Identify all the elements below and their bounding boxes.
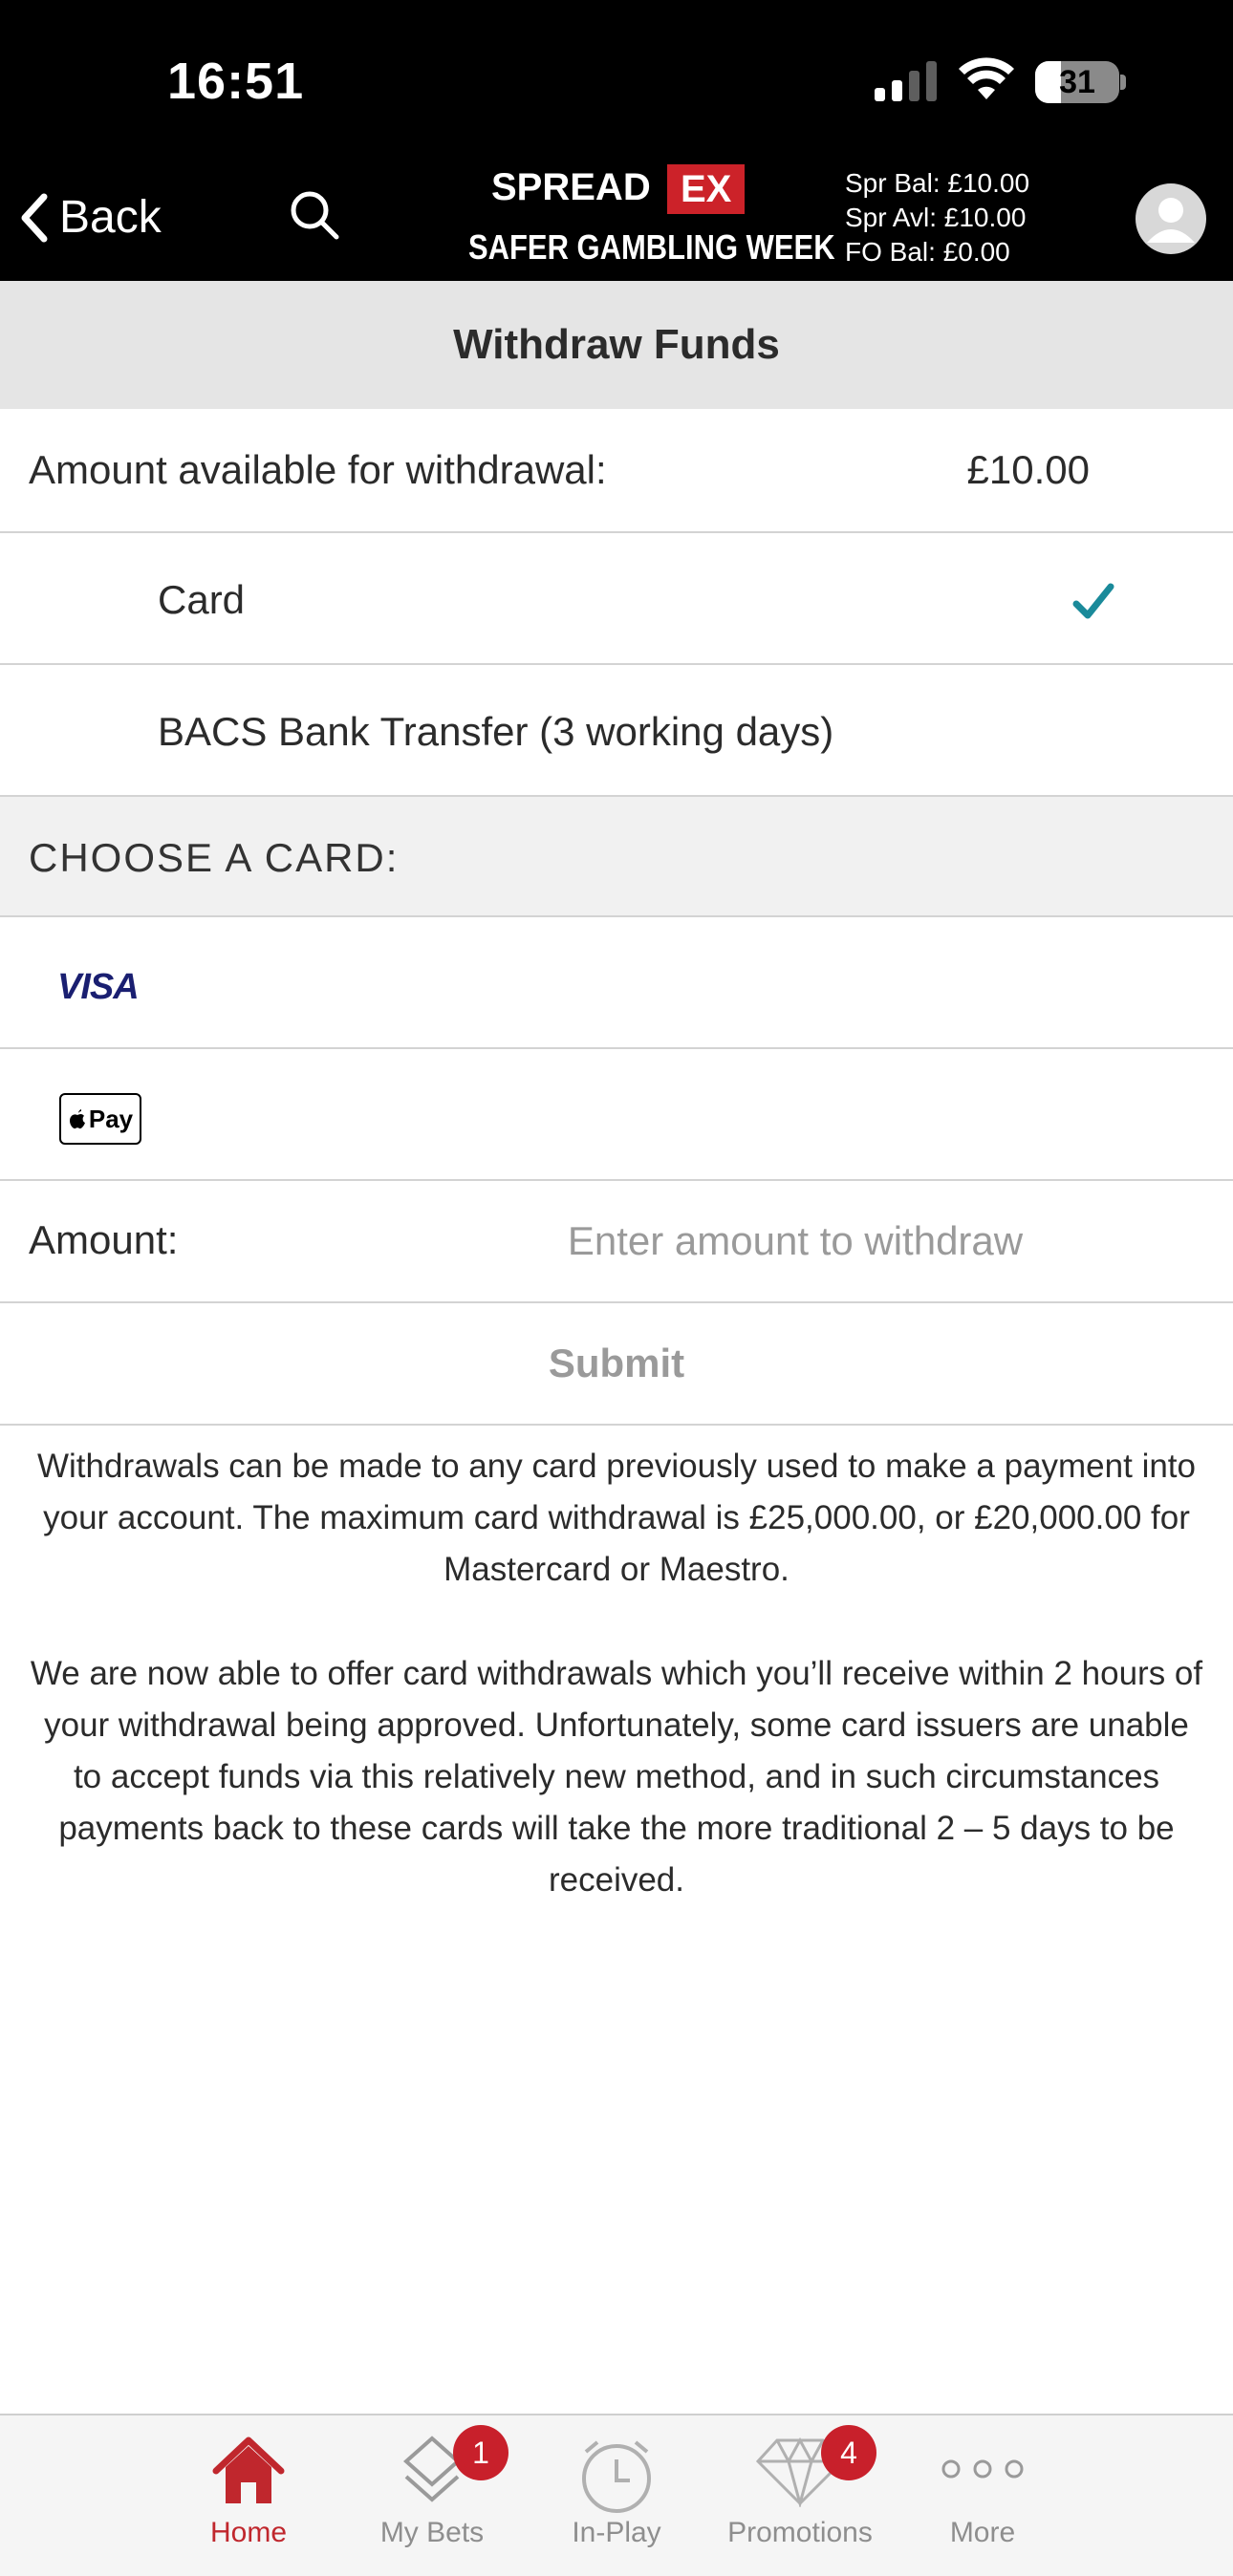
method-bacs-label: BACS Bank Transfer (3 working days) [158, 709, 834, 754]
available-amount-row: Amount available for withdrawal: £10.00 [0, 409, 1233, 533]
card-option-apple-pay[interactable]: Pay [0, 1049, 1233, 1181]
bottom-tab-bar: Home 1 My Bets In-Play 4 Promotions More [0, 2414, 1233, 2576]
tab-promotions-label: Promotions [727, 2517, 873, 2548]
tab-in-play-label: In-Play [572, 2517, 661, 2548]
apple-pay-text: Pay [88, 1104, 134, 1133]
spread-balance: Spr Bal: £10.00 [845, 168, 1030, 198]
back-label: Back [59, 192, 162, 243]
search-icon[interactable] [287, 187, 344, 245]
method-bacs[interactable]: BACS Bank Transfer (3 working days) [0, 665, 1233, 797]
logo-spread-text: SPREAD [491, 166, 651, 208]
choose-card-label: CHOOSE A CARD: [29, 835, 400, 880]
visa-logo: VISA [57, 967, 140, 1007]
tab-my-bets[interactable]: 1 My Bets [336, 2415, 528, 2576]
status-time: 16:51 [167, 53, 305, 110]
apple-icon [69, 1109, 85, 1129]
account-avatar-icon[interactable] [1136, 183, 1206, 254]
promotions-badge: 4 [821, 2425, 876, 2480]
spreadex-logo: SPREAD EX SAFER GAMBLING WEEK [466, 164, 835, 271]
spread-available: Spr Avl: £10.00 [845, 203, 1027, 232]
fo-balance: FO Bal: £0.00 [845, 237, 1010, 267]
tab-home[interactable]: Home [153, 2415, 344, 2576]
card-option-visa[interactable]: VISA [0, 917, 1233, 1049]
cellular-signal-icon [875, 59, 940, 101]
back-button[interactable]: Back [19, 191, 162, 244]
available-value: £10.00 [966, 447, 1090, 492]
fast-withdrawal-info-text: We are now able to offer card withdrawal… [30, 1655, 1203, 1899]
tab-more[interactable]: More [887, 2415, 1078, 2576]
logo-subtitle: SAFER GAMBLING WEEK [468, 227, 835, 267]
checkmark-icon [1072, 583, 1114, 619]
chevron-left-icon [21, 193, 48, 242]
battery-tip [1120, 75, 1126, 90]
submit-button[interactable]: Submit [0, 1303, 1233, 1424]
amount-input[interactable] [449, 1204, 1141, 1278]
status-bar: 16:51 31 [0, 0, 1233, 164]
method-card-label: Card [158, 577, 246, 622]
battery-icon: 31 [1035, 61, 1119, 103]
tab-my-bets-label: My Bets [379, 2517, 485, 2548]
submit-row: Submit [0, 1303, 1233, 1426]
more-dots-icon [941, 2459, 1024, 2479]
account-balances[interactable]: Spr Bal: £10.00 Spr Avl: £10.00 FO Bal: … [845, 166, 1029, 269]
tab-home-label: Home [209, 2517, 288, 2548]
clock-icon [582, 2440, 651, 2513]
tab-more-label: More [949, 2517, 1016, 2548]
page-title: Withdraw Funds [0, 281, 1233, 409]
available-label: Amount available for withdrawal: [29, 447, 607, 492]
withdrawal-info-text: Withdrawals can be made to any card prev… [36, 1448, 1196, 1588]
logo-ex-text: EX [667, 164, 746, 214]
amount-label: Amount: [29, 1217, 179, 1262]
battery-level: 31 [1059, 64, 1095, 100]
tab-promotions[interactable]: 4 Promotions [704, 2415, 896, 2576]
my-bets-badge: 1 [453, 2425, 508, 2480]
tab-in-play[interactable]: In-Play [521, 2415, 712, 2576]
wifi-icon [959, 57, 1014, 99]
apple-pay-logo: Pay [59, 1093, 141, 1145]
user-icon [1147, 198, 1195, 243]
home-icon [212, 2436, 285, 2503]
amount-row: Amount: [0, 1181, 1233, 1303]
method-card[interactable]: Card [0, 533, 1233, 665]
choose-card-header: CHOOSE A CARD: [0, 797, 1233, 917]
